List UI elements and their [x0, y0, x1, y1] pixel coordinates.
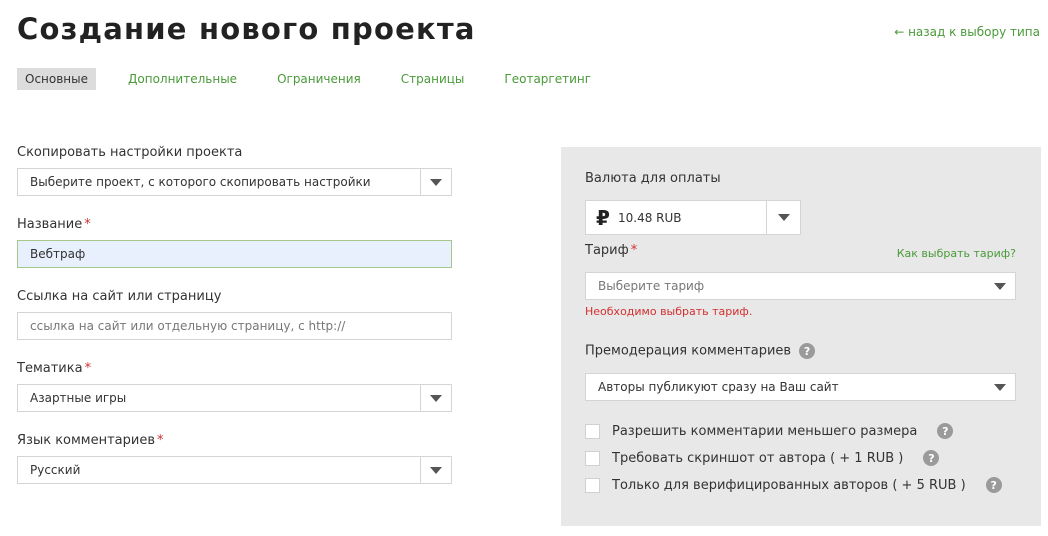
- name-label: Название *: [17, 217, 91, 232]
- topic-label-text: Тематика: [17, 361, 83, 376]
- premoderation-label-text: Премодерация комментариев: [585, 343, 792, 359]
- require-screenshot-checkbox[interactable]: [585, 450, 600, 466]
- currency-select[interactable]: ₽ 10.48 RUB: [585, 200, 801, 235]
- name-label-text: Название: [17, 217, 83, 232]
- premoderation-label: Премодерация комментариев?: [585, 343, 816, 359]
- chevron-down-icon: [430, 466, 442, 474]
- name-input-value: Вебтраф: [30, 247, 86, 261]
- option-smaller-comments: Разрешить комментарии меньшего размера ?: [585, 423, 954, 439]
- language-dropdown-toggle[interactable]: [420, 457, 451, 483]
- back-to-type-link[interactable]: ← назад к выбору типа: [894, 25, 1040, 39]
- chevron-down-icon: [430, 394, 442, 402]
- site-link-label: Ссылка на сайт или страницу: [17, 289, 222, 304]
- site-link-input[interactable]: ссылка на сайт или отдельную страницу, с…: [17, 312, 452, 340]
- tabs-bar: Основные Дополнительные Ограничения Стра…: [17, 68, 631, 90]
- copy-settings-value: Выберите проект, с которого скопировать …: [30, 175, 371, 189]
- tariff-dropdown-toggle[interactable]: [984, 273, 1015, 299]
- smaller-comments-label: Разрешить комментарии меньшего размера: [612, 423, 918, 439]
- tab-additional[interactable]: Дополнительные: [128, 68, 237, 90]
- currency-dropdown-toggle[interactable]: [766, 201, 800, 234]
- help-icon[interactable]: ?: [799, 343, 816, 359]
- chevron-down-icon: [430, 178, 442, 186]
- help-icon[interactable]: ?: [937, 423, 954, 439]
- language-select[interactable]: Русский: [17, 456, 452, 484]
- tariff-error: Необходимо выбрать тариф.: [585, 305, 753, 318]
- currency-value: 10.48 RUB: [618, 210, 682, 225]
- name-input[interactable]: Вебтраф: [17, 240, 452, 268]
- copy-settings-label: Скопировать настройки проекта: [17, 145, 243, 160]
- chevron-down-icon: [777, 214, 790, 221]
- required-mark: *: [84, 217, 91, 232]
- option-verified-authors: Только для верифицированных авторов ( + …: [585, 477, 1002, 493]
- require-screenshot-label: Требовать скриншот от автора ( + 1 RUB ): [612, 450, 904, 466]
- topic-value: Азартные игры: [30, 391, 127, 405]
- ruble-icon: ₽: [596, 205, 610, 230]
- topic-dropdown-toggle[interactable]: [420, 385, 451, 411]
- tariff-placeholder: Выберите тариф: [598, 279, 705, 293]
- tariff-label-text: Тариф: [585, 243, 629, 258]
- required-mark: *: [157, 433, 164, 448]
- tab-restrictions[interactable]: Ограничения: [277, 68, 361, 90]
- required-mark: *: [630, 243, 638, 258]
- page-title: Создание нового проекта: [17, 12, 476, 46]
- site-link-placeholder: ссылка на сайт или отдельную страницу, с…: [30, 319, 346, 333]
- premoderation-value: Авторы публикуют сразу на Ваш сайт: [598, 380, 839, 394]
- help-icon[interactable]: ?: [985, 477, 1002, 493]
- tab-geotargeting[interactable]: Геотаргетинг: [504, 68, 591, 90]
- smaller-comments-checkbox[interactable]: [585, 423, 600, 439]
- chevron-down-icon: [993, 383, 1006, 391]
- currency-label: Валюта для оплаты: [585, 171, 721, 186]
- help-icon[interactable]: ?: [923, 450, 940, 466]
- premoderation-dropdown-toggle[interactable]: [984, 374, 1015, 400]
- chevron-down-icon: [993, 282, 1006, 290]
- language-label-text: Язык комментариев: [17, 433, 156, 448]
- topic-label: Тематика *: [17, 361, 91, 376]
- payment-panel: Валюта для оплаты ₽ 10.48 RUB Тариф * Как…: [561, 147, 1041, 526]
- required-mark: *: [84, 361, 92, 376]
- tab-pages[interactable]: Страницы: [401, 68, 465, 90]
- topic-select[interactable]: Азартные игры: [17, 384, 452, 412]
- language-value: Русский: [30, 463, 81, 477]
- how-to-choose-tariff-link[interactable]: Как выбрать тариф?: [897, 247, 1016, 260]
- tariff-select[interactable]: Выберите тариф: [585, 272, 1016, 300]
- option-require-screenshot: Требовать скриншот от автора ( + 1 RUB )…: [585, 450, 940, 466]
- verified-authors-checkbox[interactable]: [585, 477, 600, 493]
- premoderation-select[interactable]: Авторы публикуют сразу на Ваш сайт: [585, 373, 1016, 401]
- copy-settings-select[interactable]: Выберите проект, с которого скопировать …: [17, 168, 452, 196]
- tariff-label: Тариф *: [585, 243, 637, 258]
- tab-basic[interactable]: Основные: [17, 68, 97, 90]
- language-label: Язык комментариев *: [17, 433, 164, 448]
- copy-settings-dropdown-toggle[interactable]: [420, 169, 451, 195]
- verified-authors-label: Только для верифицированных авторов ( + …: [612, 477, 966, 493]
